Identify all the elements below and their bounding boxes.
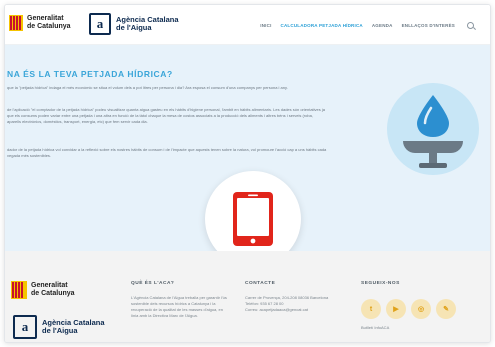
main-nav: INICI CALCULADORA PETJADA HÍDRICA AGENDA… — [260, 22, 474, 29]
footer-aca-line2: de l'Aigua — [42, 326, 78, 335]
nav-item-agenda[interactable]: AGENDA — [372, 23, 393, 28]
senyera-icon — [9, 15, 23, 31]
senyera-icon — [11, 281, 27, 299]
stem-shape — [429, 153, 437, 163]
hero-section: NA ÉS LA TEVA PETJADA HÍDRICA? que la "p… — [5, 45, 490, 267]
nav-item-calculadora[interactable]: CALCULADORA PETJADA HÍDRICA — [281, 23, 363, 28]
hero-title: NA ÉS LA TEVA PETJADA HÍDRICA? — [7, 69, 173, 79]
aca-logo-line2: de l'Aigua — [116, 23, 152, 32]
search-icon[interactable] — [467, 22, 474, 29]
footer-about-text: L'Agència Catalana de l'Aigua treballa p… — [131, 295, 227, 318]
instagram-icon[interactable]: ◎ — [411, 299, 431, 319]
aca-mark-icon: a — [13, 315, 37, 339]
hero-paragraph-1: que la "petjada hídrica" indaga el més e… — [7, 85, 288, 90]
base-shape — [419, 163, 447, 168]
footer-about-heading: QUÈ ÉS L'ACA? — [131, 281, 175, 286]
footer-generalitat-logo[interactable]: Generalitat de Catalunya — [11, 281, 75, 299]
water-drop-icon — [417, 95, 449, 137]
bowl-shape — [403, 141, 463, 153]
contact-email[interactable]: Correu: acapetjadaaca@gencat.cat — [245, 307, 355, 313]
generalitat-logo[interactable]: Generalitat de Catalunya — [9, 15, 71, 31]
generalitat-logo-line2: de Catalunya — [27, 23, 71, 30]
footer-contact-heading: CONTACTE — [245, 281, 276, 286]
mobile-phone-icon — [233, 192, 273, 246]
youtube-icon[interactable]: ▶ — [386, 299, 406, 319]
aca-logo[interactable]: a Agència Catalana de l'Aigua — [89, 13, 179, 35]
website-preview: Generalitat de Catalunya a Agència Catal… — [4, 4, 491, 343]
nav-item-enllacos[interactable]: ENLLAÇOS D'INTERÈS — [402, 23, 455, 28]
footer-follow-heading: SEGUEIX-NOS — [361, 281, 400, 286]
social-links: t ▶ ◎ ✎ — [361, 299, 456, 319]
blog-icon[interactable]: ✎ — [436, 299, 456, 319]
hero-paragraph-2: de l'aplicació "el comptador de la petja… — [7, 107, 325, 124]
water-drop-illustration — [387, 83, 479, 175]
site-header: Generalitat de Catalunya a Agència Catal… — [5, 5, 490, 45]
footer-generalitat-line1: Generalitat — [31, 281, 68, 289]
generalitat-logo-line1: Generalitat — [27, 15, 64, 22]
nav-item-inici[interactable]: INICI — [260, 23, 271, 28]
footer-generalitat-line2: de Catalunya — [31, 290, 75, 297]
newsletter-link[interactable]: Butlletí InfoACA — [361, 325, 389, 331]
aca-mark-icon: a — [89, 13, 111, 35]
hero-paragraph-3: dador de la petjada hídrica vol convidar… — [7, 147, 327, 158]
footer-aca-logo[interactable]: a Agència Catalana de l'Aigua — [13, 315, 105, 339]
twitter-icon[interactable]: t — [361, 299, 381, 319]
site-footer: Generalitat de Catalunya a Agència Catal… — [5, 251, 490, 342]
footer-contact-block: Carrer de Provença, 204-208 08036 Barcel… — [245, 295, 355, 313]
